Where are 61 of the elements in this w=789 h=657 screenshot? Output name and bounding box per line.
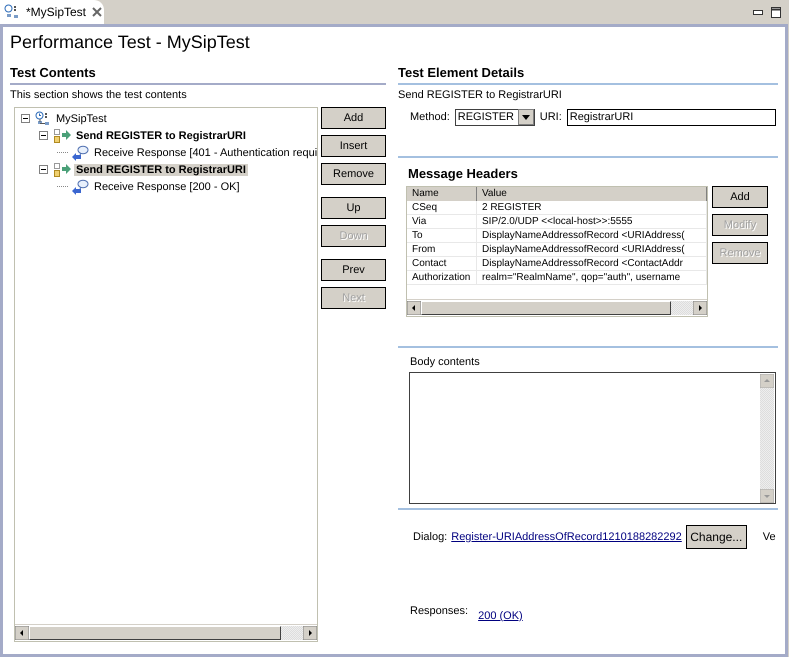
table-cell: realm="RealmName", qop="auth", username — [477, 271, 707, 285]
tree-item[interactable]: Receive Response [200 - OK] — [92, 180, 242, 192]
response-link[interactable]: 200 (OK) — [478, 610, 523, 622]
section-heading: Test Element Details — [398, 65, 778, 85]
send-icon — [53, 162, 71, 178]
page-title: Performance Test - MySipTest — [10, 32, 251, 53]
scroll-right-icon[interactable] — [303, 626, 317, 640]
table-cell: SIP/2.0/UDP <<local-host>>:5555 — [477, 215, 707, 229]
send-icon — [53, 128, 71, 144]
table-cell: 2 REGISTER — [477, 201, 707, 215]
close-icon[interactable] — [92, 7, 102, 17]
collapse-icon[interactable] — [39, 131, 48, 140]
body-contents-field[interactable] — [409, 372, 776, 504]
change-button[interactable]: Change... — [686, 525, 747, 549]
scroll-left-icon[interactable] — [15, 626, 29, 640]
receive-icon — [71, 178, 89, 194]
tree-item[interactable]: Receive Response [401 - Authentication requi — [92, 146, 317, 158]
uri-label: URI: — [540, 111, 562, 123]
editor-tab[interactable]: *MySipTest — [0, 0, 104, 24]
scroll-right-icon[interactable] — [693, 301, 707, 315]
method-dropdown[interactable]: REGISTER — [454, 108, 535, 126]
receive-icon — [71, 144, 89, 160]
maximize-icon[interactable] — [771, 6, 781, 18]
table-cell: Contact — [407, 257, 477, 271]
tree-action-button[interactable]: Prev — [321, 259, 386, 281]
column-header[interactable]: Name — [407, 187, 477, 201]
tree-item[interactable]: MySipTest — [54, 112, 109, 124]
dialog-label: Dialog: — [413, 531, 448, 543]
minimize-icon[interactable] — [753, 10, 763, 14]
header-action-button[interactable]: Add — [712, 186, 768, 208]
section-heading: Test Contents — [10, 65, 386, 85]
column-header[interactable]: Value — [477, 187, 707, 201]
section-description: This section shows the test contents — [10, 89, 188, 101]
table-cell: To — [407, 229, 477, 243]
table-cell: From — [407, 243, 477, 257]
uri-field[interactable]: RegistrarURI — [566, 108, 776, 126]
tab-title: *MySipTest — [26, 5, 86, 19]
tree-action-button[interactable]: Insert — [321, 135, 386, 157]
collapse-icon[interactable] — [39, 165, 48, 174]
table-cell: DisplayNameAddressofRecord <URIAddress( — [477, 243, 707, 257]
test-icon — [4, 4, 20, 20]
tree-action-button[interactable]: Up — [321, 197, 386, 219]
table-cell: Authorization — [407, 271, 477, 285]
table-cell: Via — [407, 215, 477, 229]
tree-item[interactable]: Send REGISTER to RegistrarURI — [74, 130, 248, 142]
responses-label: Responses: — [410, 605, 468, 619]
collapse-icon[interactable] — [21, 114, 30, 123]
table-cell: CSeq — [407, 201, 477, 215]
cut-off-label: Ve — [762, 531, 776, 543]
dialog-link[interactable]: Register-URIAddressOfRecord1210188282292 — [451, 531, 682, 543]
table-cell: DisplayNameAddressofRecord <URIAddress( — [477, 229, 707, 243]
method-label: Method: — [410, 111, 450, 123]
tree-action-button[interactable]: Add — [321, 107, 386, 129]
body-contents-label: Body contents — [410, 356, 481, 368]
tree-action-button[interactable]: Remove — [321, 163, 386, 185]
element-name: Send REGISTER to RegistrarURI — [398, 89, 563, 101]
test-icon — [35, 110, 51, 126]
tree-item[interactable]: Send REGISTER to RegistrarURI — [74, 164, 248, 176]
section-heading: Message Headers — [408, 166, 519, 181]
scroll-left-icon[interactable] — [407, 301, 421, 315]
table-cell: DisplayNameAddressofRecord <ContactAddr — [477, 257, 707, 271]
